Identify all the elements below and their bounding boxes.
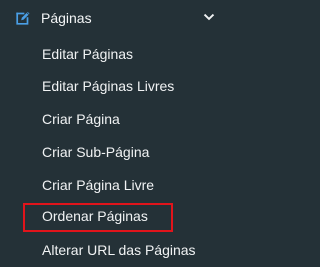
sidebar-section-paginas[interactable]: Páginas — [0, 0, 229, 38]
sidebar-section-label: Páginas — [41, 10, 92, 26]
submenu-item-label: Alterar URL das Páginas — [42, 242, 196, 258]
submenu-item-label: Criar Página Livre — [42, 177, 155, 193]
submenu-item-ordenar-paginas[interactable]: Ordenar Páginas — [0, 201, 229, 233]
submenu-item-label: Editar Páginas Livres — [42, 78, 175, 94]
submenu-item-criar-sub-pagina[interactable]: Criar Sub-Página — [0, 136, 229, 168]
submenu-item-label: Ordenar Páginas — [42, 208, 148, 224]
submenu-item-label: Editar Páginas — [42, 46, 134, 62]
edit-square-icon — [16, 11, 30, 25]
chevron-down-icon[interactable] — [203, 11, 215, 23]
submenu-item-criar-pagina[interactable]: Criar Página — [0, 103, 229, 135]
submenu-item-label: Criar Sub-Página — [42, 144, 150, 160]
submenu-item-editar-paginas-livres[interactable]: Editar Páginas Livres — [0, 70, 229, 102]
submenu-item-editar-paginas[interactable]: Editar Páginas — [0, 38, 229, 70]
submenu-item-label: Criar Página — [42, 111, 120, 127]
submenu-item-alterar-url-das-paginas[interactable]: Alterar URL das Páginas — [0, 234, 229, 266]
sidebar-menu: Páginas Editar Páginas Editar Páginas Li… — [0, 0, 229, 267]
submenu-item-criar-pagina-livre[interactable]: Criar Página Livre — [0, 169, 229, 201]
